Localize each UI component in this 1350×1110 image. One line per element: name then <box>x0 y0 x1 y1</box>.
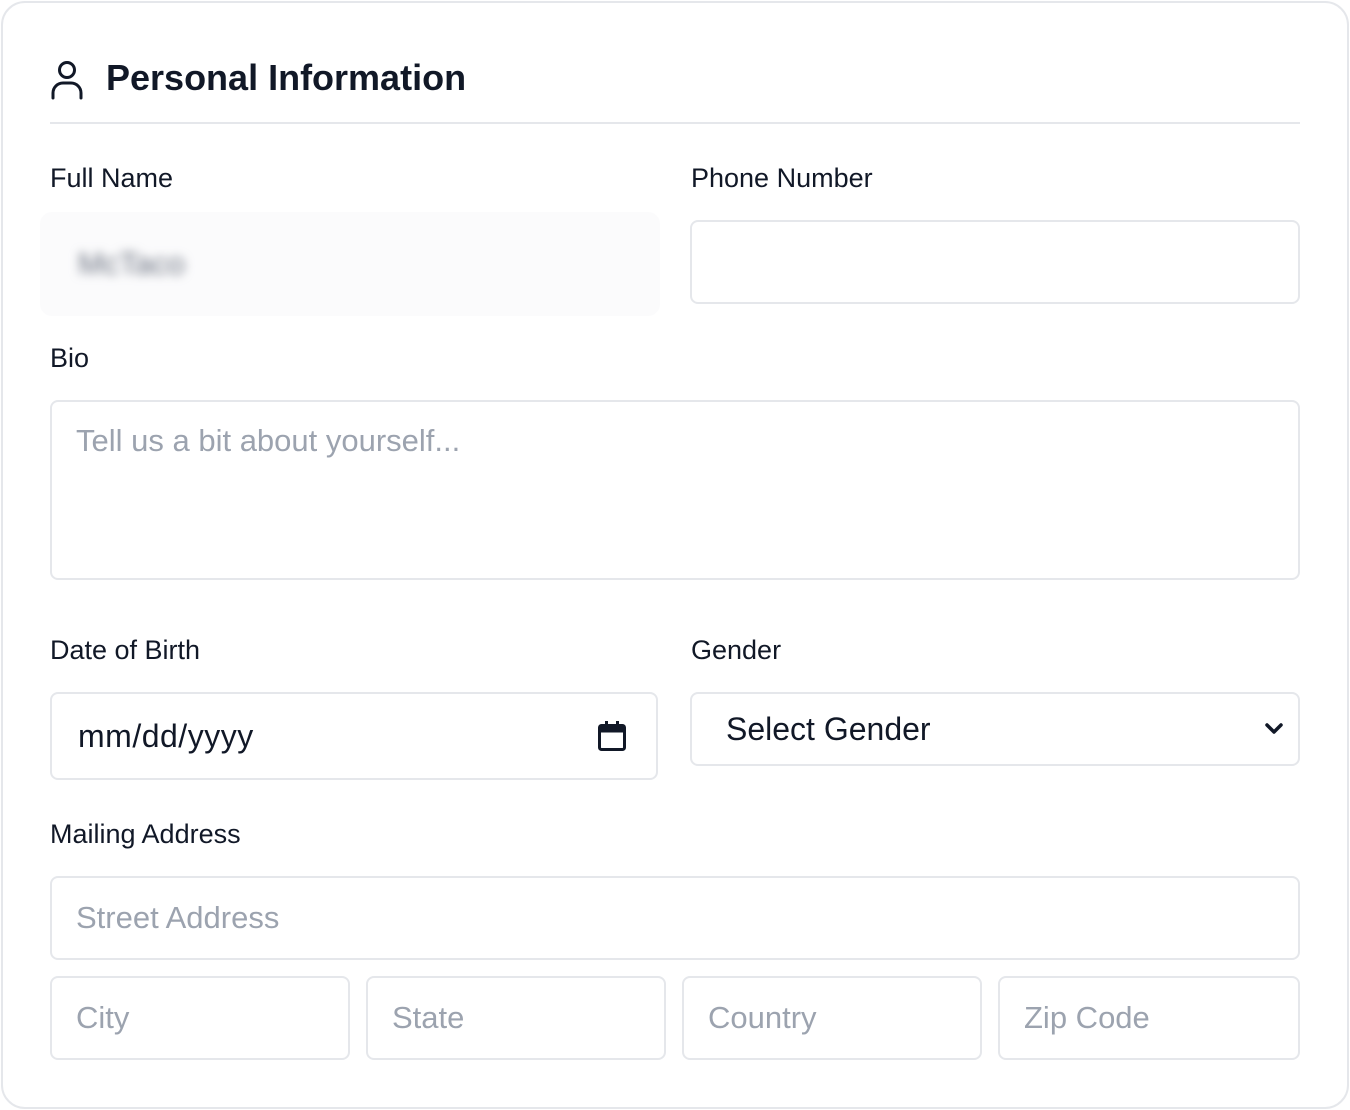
city-input[interactable] <box>50 976 350 1060</box>
calendar-icon[interactable] <box>598 721 626 751</box>
bio-textarea[interactable] <box>50 400 1300 580</box>
country-input[interactable] <box>682 976 982 1060</box>
full-name-label: Full Name <box>50 163 174 193</box>
gender-label: Gender <box>691 635 782 665</box>
full-name-field[interactable]: McTaco <box>40 212 660 316</box>
bio-label: Bio <box>50 343 90 373</box>
mailing-address-label: Mailing Address <box>50 819 241 849</box>
date-of-birth-input[interactable]: mm/dd/yyyy <box>50 692 658 780</box>
section-title: Personal Information <box>106 57 467 98</box>
full-name-value: McTaco <box>78 246 185 281</box>
date-of-birth-placeholder: mm/dd/yyyy <box>78 717 254 754</box>
gender-selected-value: Select Gender <box>726 710 931 747</box>
user-icon <box>51 61 83 100</box>
chevron-down-icon <box>1265 723 1283 734</box>
phone-number-input[interactable] <box>690 220 1300 304</box>
zip-code-input[interactable] <box>998 976 1300 1060</box>
state-input[interactable] <box>366 976 666 1060</box>
street-address-input[interactable] <box>50 876 1300 960</box>
phone-number-label: Phone Number <box>691 163 873 193</box>
date-of-birth-label: Date of Birth <box>50 635 201 665</box>
gender-select[interactable]: Select Gender <box>690 692 1300 766</box>
section-header: Personal Information <box>50 56 1300 124</box>
